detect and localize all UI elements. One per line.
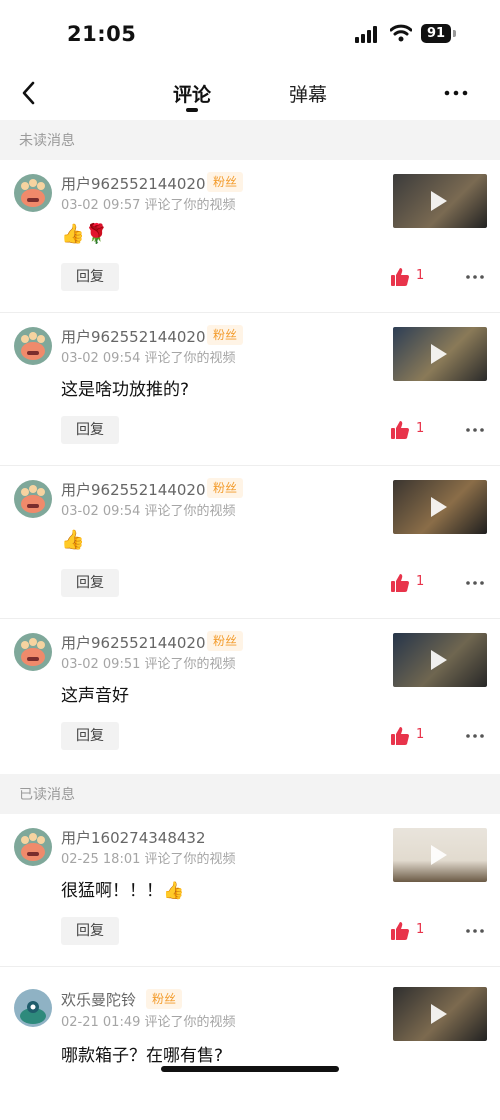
comment-meta: 03-02 09:54 评论了你的视频 bbox=[61, 347, 236, 366]
comment-action: 评论了你的视频 bbox=[144, 657, 236, 672]
comment-meta: 03-02 09:57 评论了你的视频 bbox=[61, 194, 236, 213]
battery-tip bbox=[453, 30, 456, 37]
avatar[interactable] bbox=[14, 480, 52, 518]
play-icon bbox=[431, 1004, 447, 1024]
video-thumbnail[interactable] bbox=[393, 828, 487, 882]
reply-button[interactable]: 回复 bbox=[61, 722, 119, 750]
list-item[interactable]: 用户962552144020 粉丝 03-02 09:57 评论了你的视频 👍🌹… bbox=[0, 160, 500, 313]
avatar[interactable] bbox=[14, 327, 52, 365]
comment-meta: 03-02 09:54 评论了你的视频 bbox=[61, 500, 236, 519]
avatar[interactable] bbox=[14, 633, 52, 671]
section-header-read: 已读消息 bbox=[0, 774, 500, 814]
section-label: 未读消息 bbox=[19, 133, 75, 149]
fan-badge: 粉丝 bbox=[207, 325, 244, 345]
comment-action: 评论了你的视频 bbox=[144, 1015, 236, 1030]
comment-action: 评论了你的视频 bbox=[144, 852, 236, 867]
play-icon bbox=[431, 650, 447, 670]
list-item[interactable]: 用户160274348432 02-25 18:01 评论了你的视频 很猛啊！！… bbox=[0, 814, 500, 967]
like-count: 1 bbox=[416, 727, 425, 742]
like-thumb-icon[interactable] bbox=[390, 420, 410, 440]
username[interactable]: 用户962552144020 bbox=[61, 173, 206, 194]
status-time: 21:05 bbox=[67, 22, 137, 46]
video-thumbnail[interactable] bbox=[393, 480, 487, 534]
wifi-icon bbox=[390, 24, 412, 42]
video-thumbnail[interactable] bbox=[393, 987, 487, 1041]
comment-time: 03-02 09:57 bbox=[61, 198, 141, 213]
avatar[interactable] bbox=[14, 174, 52, 212]
reply-button[interactable]: 回复 bbox=[61, 917, 119, 945]
comment-meta: 02-25 18:01 评论了你的视频 bbox=[61, 848, 236, 867]
reply-button[interactable]: 回复 bbox=[61, 416, 119, 444]
home-indicator[interactable] bbox=[161, 1066, 339, 1072]
like-count: 1 bbox=[416, 421, 425, 436]
comment-content: 这是啥功放推的? bbox=[61, 380, 190, 400]
list-item[interactable]: 用户962552144020 粉丝 03-02 09:54 评论了你的视频 这是… bbox=[0, 313, 500, 466]
fan-badge: 粉丝 bbox=[207, 172, 244, 192]
comment-action: 评论了你的视频 bbox=[144, 198, 236, 213]
username[interactable]: 欢乐曼陀铃 bbox=[61, 989, 136, 1010]
username[interactable]: 用户962552144020 bbox=[61, 479, 206, 500]
comment-time: 03-02 09:51 bbox=[61, 657, 141, 672]
battery-level: 91 bbox=[426, 26, 446, 41]
fan-badge: 粉丝 bbox=[207, 631, 244, 651]
username[interactable]: 用户962552144020 bbox=[61, 632, 206, 653]
video-thumbnail[interactable] bbox=[393, 174, 487, 228]
avatar[interactable] bbox=[14, 989, 52, 1027]
avatar[interactable] bbox=[14, 828, 52, 866]
comment-content: 哪款箱子？在哪有售? bbox=[61, 1046, 224, 1066]
more-options-icon[interactable] bbox=[444, 88, 468, 98]
comment-content: 👍 bbox=[61, 529, 85, 551]
like-count: 1 bbox=[416, 922, 425, 937]
comment-time: 02-25 18:01 bbox=[61, 852, 141, 867]
username[interactable]: 用户160274348432 bbox=[61, 827, 206, 848]
section-label: 已读消息 bbox=[19, 787, 75, 803]
tab-danmaku[interactable]: 弹幕 bbox=[289, 80, 327, 107]
status-bar: 21:05 91 bbox=[0, 0, 500, 66]
back-arrow-icon[interactable] bbox=[16, 80, 42, 106]
comment-time: 03-02 09:54 bbox=[61, 351, 141, 366]
more-icon[interactable] bbox=[466, 733, 484, 739]
more-icon[interactable] bbox=[466, 580, 484, 586]
list-item[interactable]: 用户962552144020 粉丝 03-02 09:51 评论了你的视频 这声… bbox=[0, 619, 500, 772]
more-icon[interactable] bbox=[466, 928, 484, 934]
like-thumb-icon[interactable] bbox=[390, 267, 410, 287]
comment-content: 这声音好 bbox=[61, 686, 129, 706]
more-icon[interactable] bbox=[466, 427, 484, 433]
fan-badge: 粉丝 bbox=[146, 989, 183, 1009]
comment-meta: 03-02 09:51 评论了你的视频 bbox=[61, 653, 236, 672]
reply-button[interactable]: 回复 bbox=[61, 263, 119, 291]
video-thumbnail[interactable] bbox=[393, 327, 487, 381]
comment-content: 👍🌹 bbox=[61, 223, 109, 245]
play-icon bbox=[431, 191, 447, 211]
video-thumbnail[interactable] bbox=[393, 633, 487, 687]
like-count: 1 bbox=[416, 268, 425, 283]
active-tab-indicator bbox=[186, 108, 198, 112]
section-header-unread: 未读消息 bbox=[0, 120, 500, 160]
tab-comments[interactable]: 评论 bbox=[173, 80, 211, 107]
nav-bar: 评论 弹幕 bbox=[0, 66, 500, 120]
fan-badge: 粉丝 bbox=[207, 478, 244, 498]
play-icon bbox=[431, 845, 447, 865]
comment-meta: 02-21 01:49 评论了你的视频 bbox=[61, 1011, 236, 1030]
like-count: 1 bbox=[416, 574, 425, 589]
cellular-signal-icon bbox=[355, 25, 381, 43]
comment-action: 评论了你的视频 bbox=[144, 351, 236, 366]
like-thumb-icon[interactable] bbox=[390, 573, 410, 593]
comment-time: 03-02 09:54 bbox=[61, 504, 141, 519]
reply-button[interactable]: 回复 bbox=[61, 569, 119, 597]
comment-time: 02-21 01:49 bbox=[61, 1015, 141, 1030]
like-thumb-icon[interactable] bbox=[390, 921, 410, 941]
username[interactable]: 用户962552144020 bbox=[61, 326, 206, 347]
list-item[interactable]: 用户962552144020 粉丝 03-02 09:54 评论了你的视频 👍 … bbox=[0, 466, 500, 619]
comment-content: 很猛啊！！！👍 bbox=[61, 881, 185, 901]
more-icon[interactable] bbox=[466, 274, 484, 280]
list-item[interactable]: 欢乐曼陀铃 粉丝 02-21 01:49 评论了你的视频 哪款箱子？在哪有售? bbox=[0, 967, 500, 1120]
battery-icon: 91 bbox=[421, 24, 451, 43]
play-icon bbox=[431, 344, 447, 364]
comment-action: 评论了你的视频 bbox=[144, 504, 236, 519]
like-thumb-icon[interactable] bbox=[390, 726, 410, 746]
play-icon bbox=[431, 497, 447, 517]
